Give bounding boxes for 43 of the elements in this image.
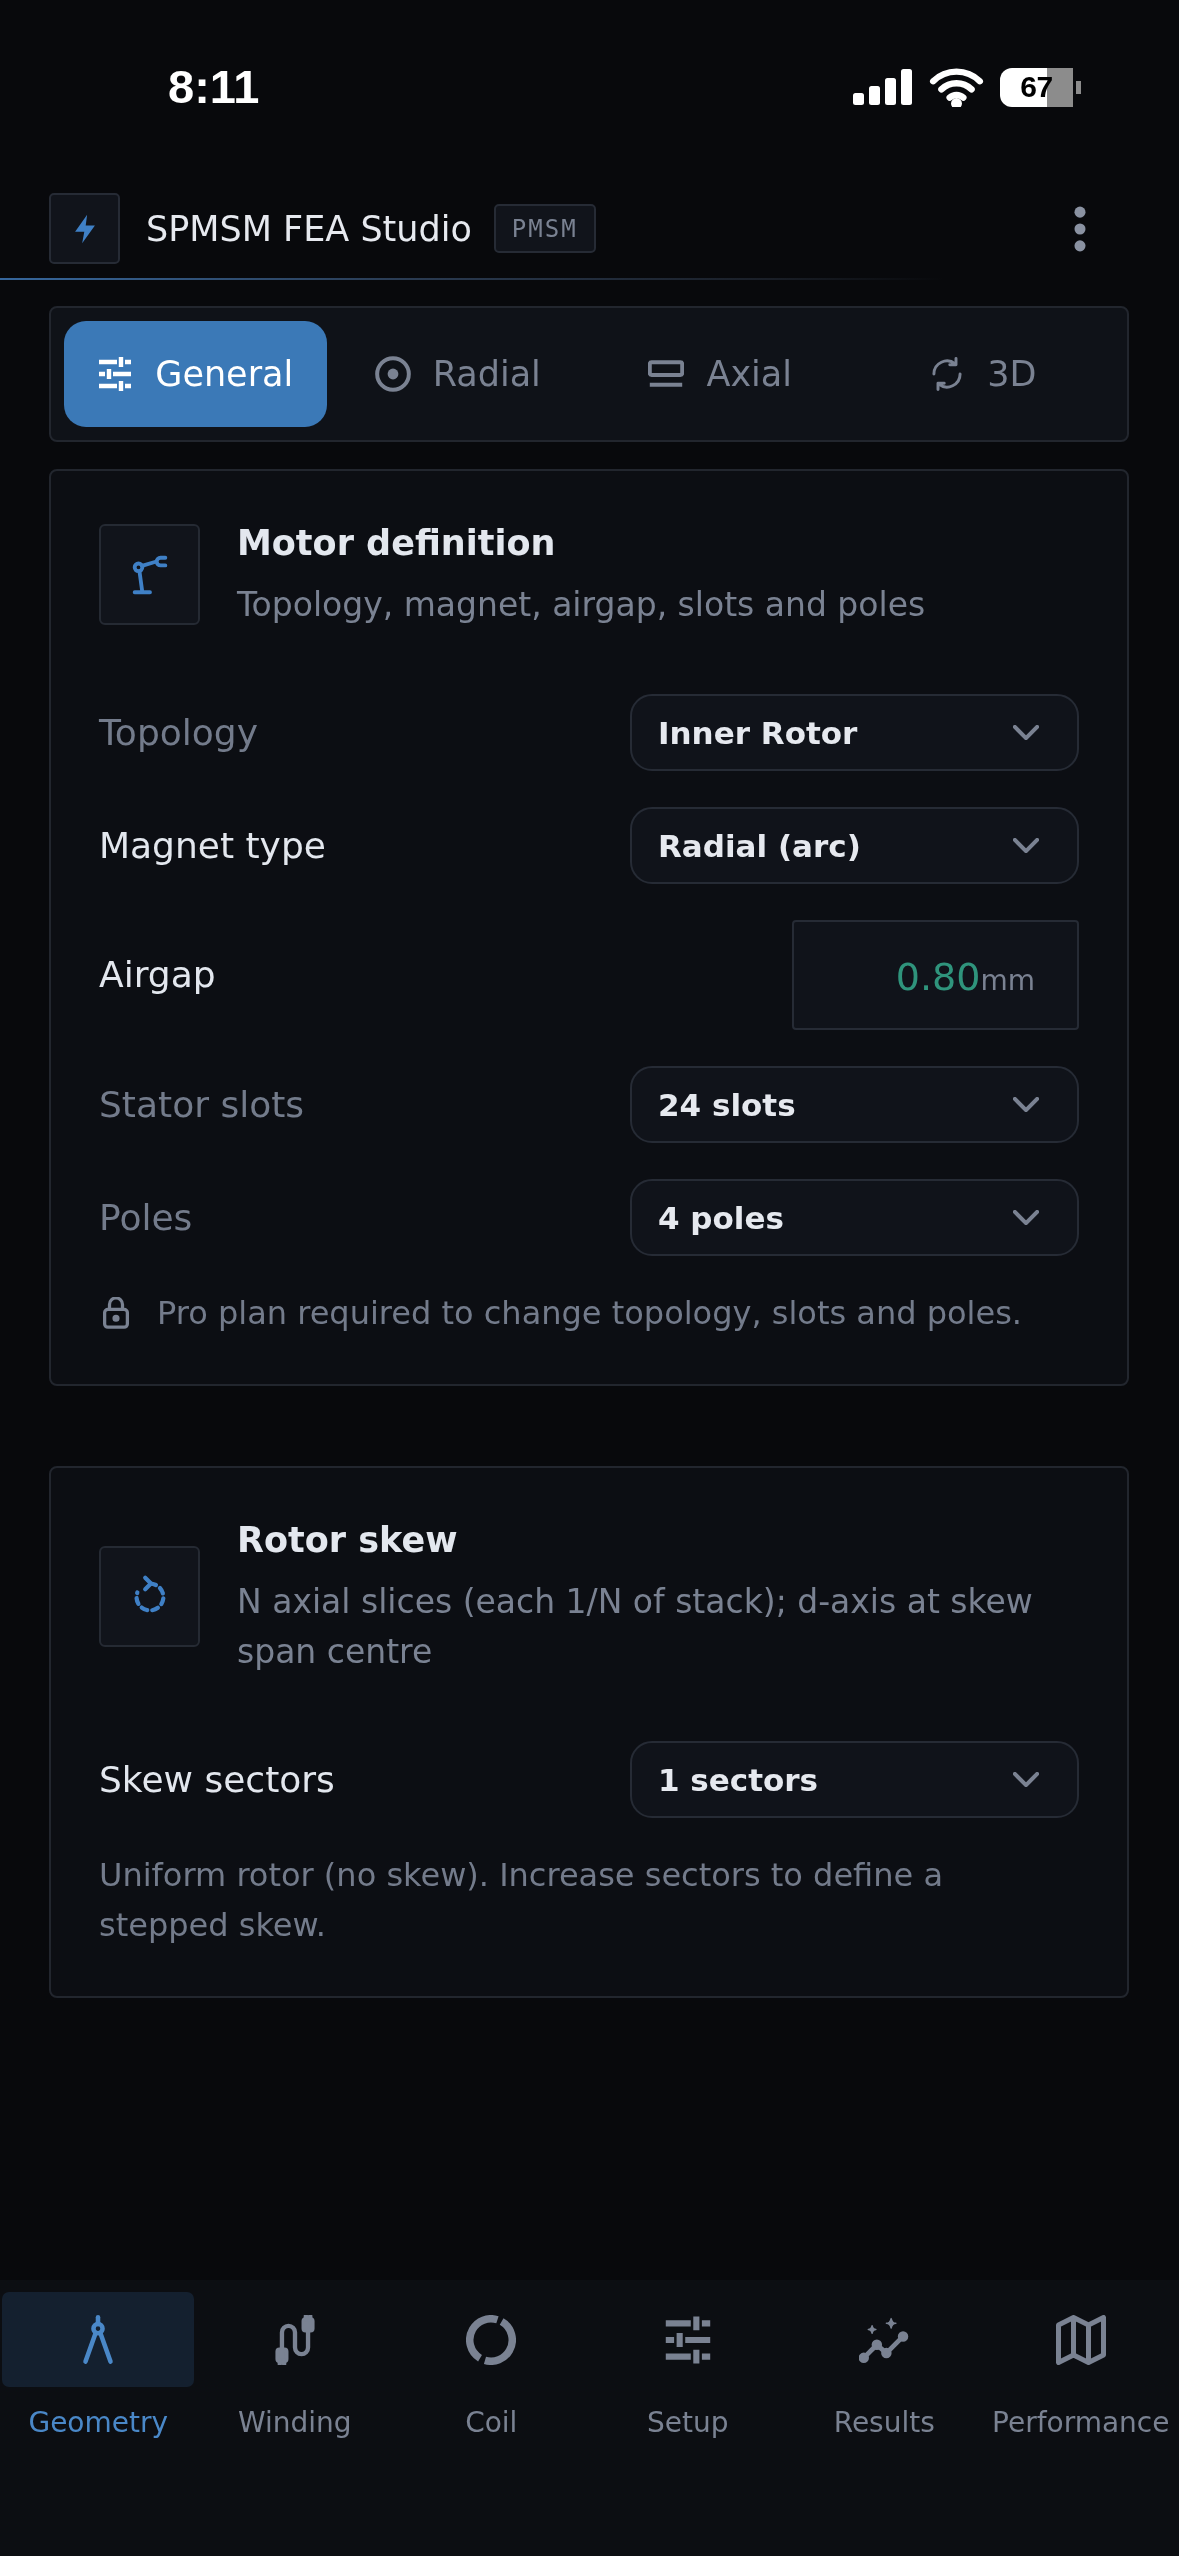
field-label: Poles xyxy=(99,1195,193,1240)
nav-tab[interactable]: Results xyxy=(786,2292,983,2441)
nav-tab[interactable]: Setup xyxy=(589,2292,786,2441)
sliders-icon xyxy=(97,356,134,392)
chevron-down-icon xyxy=(1013,1772,1039,1787)
target-icon xyxy=(374,356,411,392)
nav-tab[interactable]: Coil xyxy=(393,2292,590,2441)
robot-arm-icon xyxy=(99,524,200,625)
signal-icon xyxy=(853,69,913,105)
machine-type-badge: PMSM xyxy=(493,204,596,253)
field-label: Magnet type xyxy=(99,823,326,868)
wifi-icon xyxy=(929,67,984,107)
status-time: 8:11 xyxy=(168,63,260,110)
card-title: Rotor skew xyxy=(237,1519,459,1562)
card-title: Motor definition xyxy=(237,522,557,565)
dropdown-select[interactable]: Radial (arc) xyxy=(630,807,1079,884)
lightning-bolt-icon xyxy=(49,193,120,264)
chevron-down-icon xyxy=(1013,1097,1039,1112)
folded-map-icon xyxy=(1055,2314,1106,2365)
view-tab[interactable]: 3D xyxy=(851,321,1114,427)
view-tab[interactable]: General xyxy=(64,321,327,427)
app-title: SPMSM FEA Studio xyxy=(146,208,472,249)
chevron-down-icon xyxy=(1013,838,1039,853)
nav-tab[interactable]: Performance xyxy=(982,2292,1179,2441)
dropdown-select[interactable]: 1 sectors xyxy=(630,1741,1079,1818)
chevron-down-icon xyxy=(1013,1210,1039,1225)
broken-ring-icon xyxy=(466,2314,517,2365)
card-note: Uniform rotor (no skew). Increase sectors to define a stepped skew. xyxy=(99,1855,944,1946)
field-label: Airgap xyxy=(99,953,216,997)
nav-tab[interactable]: Geometry xyxy=(0,2292,197,2441)
more-options-icon[interactable] xyxy=(1073,205,1087,252)
view-tab[interactable]: Axial xyxy=(589,321,852,427)
number-input-field[interactable]: 0.80mm xyxy=(792,920,1079,1030)
battery-icon: 67 xyxy=(1000,67,1081,107)
chevron-down-icon xyxy=(1013,725,1039,740)
card-subtitle: Topology, magnet, airgap, slots and poles xyxy=(237,584,927,626)
nav-tab[interactable]: Winding xyxy=(196,2292,393,2441)
card-note: Pro plan required to change topology, slots and poles. xyxy=(157,1293,1022,1334)
field-label: Topology xyxy=(99,710,258,755)
card-subtitle: N axial slices (each 1/N of stack); d-axis at skew span centre xyxy=(237,1581,1034,1673)
field-label: Skew sectors xyxy=(99,1757,335,1802)
field-label: Stator slots xyxy=(99,1082,305,1127)
view-tab[interactable]: Radial xyxy=(326,321,589,427)
